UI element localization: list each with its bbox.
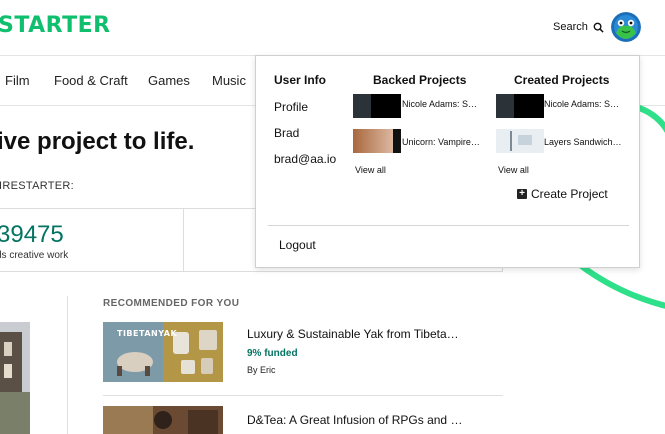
user-dropdown-menu: User Info Backed Projects Created Projec…: [255, 55, 640, 268]
category-food-craft[interactable]: Food & Craft: [54, 73, 128, 88]
project-author[interactable]: By Eric: [247, 365, 276, 375]
created-project-title[interactable]: Layers Sandwich…: [544, 137, 622, 147]
created-project-thumbnail[interactable]: [496, 94, 544, 118]
category-music[interactable]: Music: [212, 73, 246, 88]
create-project-button[interactable]: + Create Project: [517, 187, 608, 201]
stats-divider: [183, 209, 184, 272]
site-logo[interactable]: STARTER: [0, 13, 111, 38]
backed-project-thumbnail[interactable]: [353, 94, 401, 118]
recommended-heading: RECOMMENDED FOR YOU: [103, 298, 240, 309]
profile-link[interactable]: Profile: [274, 100, 308, 114]
created-projects-heading: Created Projects: [514, 73, 610, 87]
user-email: brad@aa.io: [274, 152, 337, 166]
recommended-divider: [103, 395, 503, 396]
backed-view-all-link[interactable]: View all: [355, 165, 386, 175]
avatar-icon[interactable]: [611, 12, 641, 42]
search-label: Search: [553, 21, 588, 33]
category-film[interactable]: Film: [5, 73, 30, 88]
search-button[interactable]: Search: [553, 21, 604, 33]
project-title[interactable]: D&Tea: A Great Infusion of RPGs and …: [247, 413, 462, 427]
created-project-thumbnail[interactable]: [496, 129, 544, 153]
created-project-title[interactable]: Nicole Adams: S…: [544, 99, 619, 109]
backed-project-thumbnail[interactable]: [353, 129, 401, 153]
funded-status: 9% funded: [247, 348, 298, 359]
user-name: Brad: [274, 126, 300, 140]
thumbnail-caption: TIBETANYAK: [117, 329, 178, 338]
hero-subtitle: IRESTARTER:: [0, 180, 75, 192]
project-title[interactable]: Luxury & Sustainable Yak from Tibeta…: [247, 327, 459, 341]
featured-project-image[interactable]: [0, 322, 30, 434]
project-thumbnail[interactable]: TIBETANYAK: [103, 322, 223, 382]
hero-title: ive project to life.: [0, 128, 195, 155]
category-games[interactable]: Games: [148, 73, 190, 88]
stat-value: 39475: [0, 221, 64, 248]
backed-project-title[interactable]: Unicorn: Vampire…: [402, 137, 480, 147]
user-info-heading: User Info: [274, 73, 327, 87]
create-project-label: Create Project: [531, 187, 608, 201]
logout-button[interactable]: Logout: [279, 238, 316, 252]
dropdown-divider: [268, 225, 629, 226]
backed-project-title[interactable]: Nicole Adams: S…: [402, 99, 477, 109]
site-header: STARTER Search: [0, 0, 665, 56]
search-icon: [593, 22, 604, 33]
plus-icon: +: [517, 189, 527, 199]
project-thumbnail[interactable]: [103, 406, 223, 434]
backed-projects-heading: Backed Projects: [373, 73, 467, 87]
stat-label: ds creative work: [0, 250, 69, 261]
column-divider: [67, 296, 68, 434]
created-view-all-link[interactable]: View all: [498, 165, 529, 175]
